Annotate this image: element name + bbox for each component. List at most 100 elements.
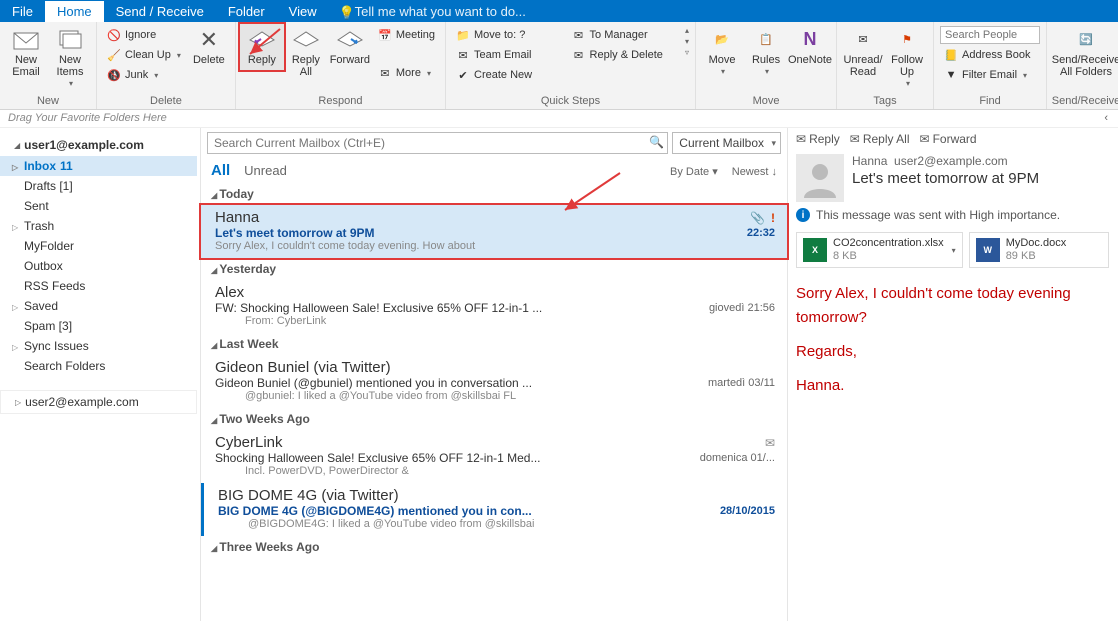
reply-delete-button[interactable]: ✉Reply & Delete	[568, 46, 680, 64]
group-two-weeks[interactable]: Two Weeks Ago	[201, 408, 787, 430]
meeting-icon: 📅	[378, 28, 392, 42]
tab-send-receive[interactable]: Send / Receive	[104, 1, 216, 22]
search-input[interactable]	[207, 132, 668, 154]
quicksteps-up[interactable]: ▴	[685, 26, 689, 35]
mail-item-2[interactable]: Alex FW: Shocking Halloween Sale! Exclus…	[201, 280, 787, 333]
tell-me-search[interactable]: 💡 Tell me what you want to do...	[339, 4, 526, 19]
folder-spam[interactable]: Spam [3]	[0, 316, 197, 336]
address-book-button[interactable]: 📒Address Book	[940, 46, 1040, 64]
importance-icon: !	[771, 211, 775, 225]
junk-label: Junk	[125, 69, 148, 81]
ignore-icon: 🚫	[107, 28, 121, 42]
ribbon: New Email New Items▾ New 🚫Ignore 🧹Clean …	[0, 22, 1118, 110]
junk-button[interactable]: 🚯Junk▾	[103, 66, 185, 84]
folder-trash[interactable]: Trash	[0, 216, 197, 236]
tab-folder[interactable]: Folder	[216, 1, 277, 22]
ignore-button[interactable]: 🚫 Ignore	[103, 26, 185, 44]
group-yesterday[interactable]: Yesterday	[201, 258, 787, 280]
mail-subject: Shocking Halloween Sale! Exclusive 65% O…	[215, 451, 540, 465]
folder-saved[interactable]: Saved	[0, 296, 197, 316]
quicksteps-down[interactable]: ▾	[685, 37, 689, 46]
move-to-button[interactable]: 📁Move to: ?	[452, 26, 564, 44]
rules-icon: 📋	[752, 28, 780, 52]
filter-all[interactable]: All	[211, 162, 230, 179]
attachment-menu[interactable]: ▾	[952, 246, 956, 255]
mail-preview: Sorry Alex, I couldn't come today evenin…	[215, 240, 775, 252]
rp-forward-button[interactable]: ✉Forward	[920, 132, 977, 146]
folder-sent[interactable]: Sent	[0, 196, 197, 216]
ignore-label: Ignore	[125, 29, 156, 41]
search-people-input[interactable]	[940, 26, 1040, 44]
filter-email-button[interactable]: ▼Filter Email▾	[940, 66, 1040, 84]
folder-drafts[interactable]: Drafts [1]	[0, 176, 197, 196]
body-line-3: Regards,	[796, 340, 1110, 364]
mail-item-1[interactable]: Hanna 📎! Let's meet tomorrow at 9PM22:32…	[201, 205, 787, 258]
forward-button[interactable]: Forward	[328, 24, 372, 70]
attachment-1[interactable]: X CO2concentration.xlsx8 KB ▾	[796, 232, 963, 268]
meeting-button[interactable]: 📅Meeting	[374, 26, 439, 44]
quicksteps-expand[interactable]: ▿	[685, 48, 689, 57]
tab-file[interactable]: File	[0, 1, 45, 22]
mail-item-5[interactable]: BIG DOME 4G (via Twitter) BIG DOME 4G (@…	[201, 483, 787, 536]
account-2-header[interactable]: user2@example.com	[0, 390, 197, 414]
tell-me-label: Tell me what you want to do...	[355, 4, 526, 19]
account-1-header[interactable]: user1@example.com	[0, 134, 197, 156]
mail-subject: Gideon Buniel (@gbuniel) mentioned you i…	[215, 376, 532, 390]
mail-item-4[interactable]: CyberLink✉ Shocking Halloween Sale! Excl…	[201, 430, 787, 483]
reply-all-button[interactable]: Reply All	[284, 24, 328, 82]
mail-subject: BIG DOME 4G (@BIGDOME4G) mentioned you i…	[218, 504, 532, 518]
new-items-button[interactable]: New Items▾	[48, 24, 92, 93]
move-button[interactable]: 📂Move▾	[700, 24, 744, 81]
unread-read-button[interactable]: ✉Unread/ Read	[841, 24, 885, 82]
ribbon-label-delete: Delete	[101, 95, 231, 109]
reply-label: Reply	[248, 54, 276, 66]
search-mailbox[interactable]: 🔍	[207, 132, 668, 154]
mail-sender: BIG DOME 4G (via Twitter)	[218, 487, 399, 504]
search-scope-dropdown[interactable]: Current Mailbox	[672, 132, 781, 154]
folder-rss[interactable]: RSS Feeds	[0, 276, 197, 296]
more-respond-button[interactable]: ✉More▾	[374, 64, 439, 82]
filter-unread[interactable]: Unread	[244, 163, 287, 178]
to-manager-button[interactable]: ✉To Manager	[568, 26, 680, 44]
account-1-label: user1@example.com	[24, 138, 144, 152]
body-line-1: Sorry Alex, I couldn't come today evenin…	[796, 285, 1071, 302]
attachment-2[interactable]: W MyDoc.docx89 KB	[969, 232, 1109, 268]
mail-time: 22:32	[747, 227, 775, 239]
team-email-button[interactable]: ✉Team Email	[452, 46, 564, 64]
to-manager-icon: ✉	[572, 28, 586, 42]
rp-reply-all-button[interactable]: ✉Reply All	[850, 132, 910, 146]
folder-sync[interactable]: Sync Issues	[0, 336, 197, 356]
rp-reply-all-label: Reply All	[863, 132, 910, 146]
mail-item-3[interactable]: Gideon Buniel (via Twitter) Gideon Bunie…	[201, 355, 787, 408]
group-last-week[interactable]: Last Week	[201, 333, 787, 355]
tab-home[interactable]: Home	[45, 1, 104, 22]
new-email-button[interactable]: New Email	[4, 24, 48, 82]
avatar	[796, 154, 844, 202]
tab-view[interactable]: View	[277, 1, 329, 22]
follow-up-button[interactable]: ⚑Follow Up▾	[885, 24, 929, 93]
folder-outbox[interactable]: Outbox	[0, 256, 197, 276]
delete-button[interactable]: ✕ Delete	[187, 24, 231, 70]
rp-reply-button[interactable]: ✉Reply	[796, 132, 840, 146]
cleanup-button[interactable]: 🧹Clean Up▾	[103, 46, 185, 64]
mail-sender: Gideon Buniel (via Twitter)	[215, 359, 391, 376]
group-three-weeks[interactable]: Three Weeks Ago	[201, 536, 787, 558]
reply-button[interactable]: Reply	[240, 24, 284, 70]
collapse-folder-pane[interactable]: ‹	[1104, 112, 1108, 124]
forward-icon	[336, 28, 364, 52]
new-items-icon	[56, 28, 84, 52]
rules-button[interactable]: 📋Rules▾	[744, 24, 788, 81]
search-icon[interactable]: 🔍	[649, 135, 664, 149]
folder-myfolder[interactable]: MyFolder	[0, 236, 197, 256]
delete-icon: ✕	[195, 28, 223, 52]
folder-search[interactable]: Search Folders	[0, 356, 197, 376]
sort-by-date[interactable]: By Date ▾	[670, 165, 718, 178]
group-today[interactable]: Today	[201, 183, 787, 205]
rp-importance: This message was sent with High importan…	[816, 208, 1060, 222]
send-receive-all-button[interactable]: 🔄Send/Receive All Folders	[1051, 24, 1118, 82]
onenote-button[interactable]: NOneNote	[788, 24, 832, 70]
create-new-button[interactable]: ✔Create New	[452, 66, 564, 84]
folder-inbox[interactable]: Inbox11	[0, 156, 197, 176]
move-label: Move	[709, 54, 736, 66]
sort-newest[interactable]: Newest ↓	[732, 166, 777, 178]
